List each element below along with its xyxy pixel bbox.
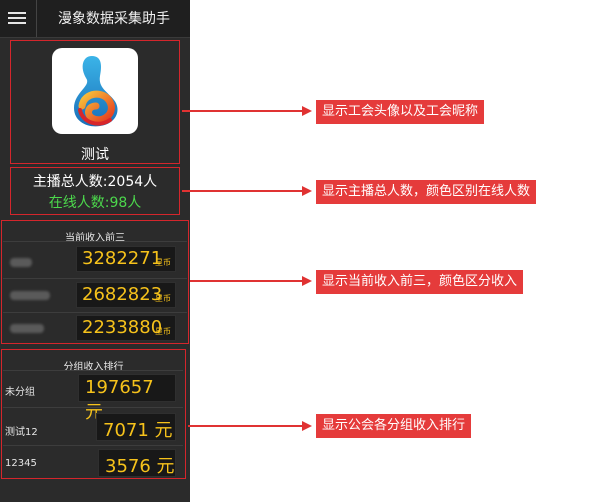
group-value-box: 197657 元	[78, 374, 176, 423]
app-title: 漫象数据采集助手	[58, 11, 170, 27]
income-value: 2682823	[82, 284, 163, 305]
blurred-name	[10, 258, 32, 267]
arrow-head-icon	[302, 106, 312, 116]
annotation-arrow	[182, 110, 304, 112]
income-value: 2233880	[82, 317, 163, 338]
income-unit: 星币	[155, 294, 171, 303]
group-value-box: 3576 元	[98, 449, 176, 477]
blurred-name	[10, 324, 44, 333]
income-value-box: 2682823 星币	[76, 282, 176, 308]
annotation-arrow	[190, 280, 304, 282]
income-unit: 星币	[155, 327, 171, 336]
union-nickname: 测试	[81, 147, 109, 163]
group-name: 12345	[5, 458, 37, 469]
arrow-head-icon	[302, 276, 312, 286]
group-value-box: 7071 元	[96, 413, 176, 441]
arrow-head-icon	[302, 421, 312, 431]
divider	[3, 278, 187, 279]
income-value: 3282271	[82, 248, 163, 269]
divider	[3, 241, 187, 242]
income-value-box: 3282271 星币	[76, 246, 176, 272]
annotation-label: 显示当前收入前三，颜色区分收入	[316, 270, 524, 294]
annotation-arrow	[188, 425, 304, 427]
annotation-label: 显示公会各分组收入排行	[316, 414, 472, 438]
app-panel: 漫象数据采集助手 测试 主播总人数:2054人 在线人数:98人 当前收入前三 …	[0, 0, 190, 502]
group-value: 7071 元	[103, 420, 173, 441]
total-anchors-text: 主播总人数:2054人	[32, 174, 158, 190]
group-name: 测试12	[5, 427, 38, 438]
annotation-label: 显示工会头像以及工会昵称	[316, 100, 485, 124]
divider	[3, 445, 183, 446]
divider	[3, 407, 183, 408]
income-value-box: 2233880 星币	[76, 315, 176, 341]
arrow-head-icon	[302, 186, 312, 196]
topbar-divider	[36, 0, 37, 37]
online-anchors-text: 在线人数:98人	[48, 195, 142, 211]
union-logo-icon[interactable]	[52, 48, 138, 134]
group-name: 未分组	[5, 387, 35, 398]
menu-icon[interactable]	[8, 9, 26, 27]
annotation-arrow	[182, 190, 304, 192]
top-bar: 漫象数据采集助手	[0, 0, 190, 38]
income-unit: 星币	[155, 258, 171, 267]
divider	[3, 370, 183, 371]
blurred-name	[10, 291, 50, 300]
group-value: 3576 元	[105, 456, 175, 477]
divider	[3, 312, 187, 313]
annotation-label: 显示主播总人数，颜色区别在线人数	[316, 180, 537, 204]
